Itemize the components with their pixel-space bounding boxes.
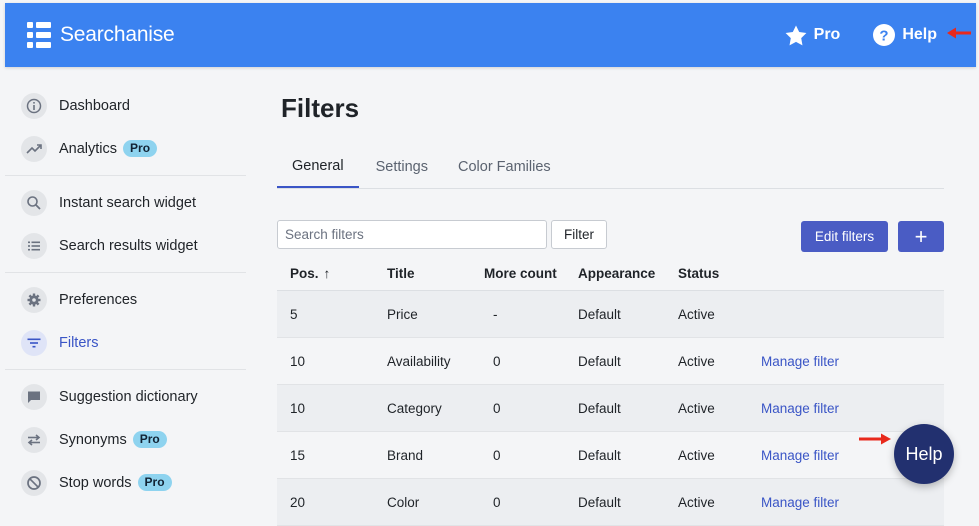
cell-status: Active: [678, 447, 715, 463]
cell-pos: 10: [290, 400, 306, 416]
add-filter-button[interactable]: +: [898, 221, 944, 252]
column-header-pos[interactable]: Pos. ↑: [277, 266, 374, 281]
cell-more-count: 0: [493, 447, 501, 463]
sidebar-item-filters[interactable]: Filters: [5, 321, 246, 364]
cell-appearance: Default: [578, 353, 621, 369]
sidebar-item-analytics[interactable]: Analytics Pro: [5, 127, 246, 170]
column-header-status: Status: [678, 266, 720, 281]
table-row: 5 Price - Default Active: [277, 291, 944, 338]
sidebar-item-label: Instant search widget: [59, 194, 197, 211]
sidebar-item-stop-words[interactable]: Stop words Pro: [5, 461, 246, 504]
column-header-more-count: More count: [484, 266, 557, 281]
manage-filter-link[interactable]: Manage filter: [761, 354, 839, 369]
divider: [5, 175, 246, 176]
search-filters-input[interactable]: [277, 220, 547, 249]
cell-appearance: Default: [578, 494, 621, 510]
svg-text:?: ?: [880, 28, 889, 45]
cell-status: Active: [678, 353, 715, 369]
cell-more-count: 0: [493, 353, 501, 369]
question-icon: ?: [873, 24, 896, 46]
sidebar-item-synonyms[interactable]: Synonyms Pro: [5, 418, 246, 461]
brand-name: Searchanise: [60, 23, 175, 46]
annotation-arrow-icon: [859, 432, 891, 450]
list-icon: [21, 232, 47, 259]
tab-settings[interactable]: Settings: [361, 146, 443, 188]
edit-filters-button[interactable]: Edit filters: [801, 221, 888, 252]
chat-icon: [21, 383, 47, 410]
cell-appearance: Default: [578, 400, 621, 416]
cell-pos: 20: [290, 494, 306, 510]
cell-appearance: Default: [578, 447, 621, 463]
search-icon: [21, 189, 47, 216]
trending-icon: [21, 135, 47, 162]
help-button[interactable]: ? Help: [873, 24, 937, 46]
block-icon: [21, 469, 47, 496]
manage-filter-link[interactable]: Manage filter: [761, 401, 839, 416]
table-row: 10 Category 0 Default Active Manage filt…: [277, 385, 944, 432]
filter-button[interactable]: Filter: [551, 220, 607, 249]
cell-title: Availability: [387, 353, 451, 369]
manage-filter-link[interactable]: Manage filter: [761, 495, 839, 510]
table-row: 15 Brand 0 Default Active Manage filter: [277, 432, 944, 479]
pro-badge: Pro: [123, 140, 158, 157]
sidebar-item-suggestion-dictionary[interactable]: Suggestion dictionary: [5, 375, 246, 418]
info-icon: [21, 92, 47, 119]
cell-more-count: 0: [493, 494, 501, 510]
tab-color-families[interactable]: Color Families: [443, 146, 566, 188]
cell-title: Brand: [387, 447, 424, 463]
cell-status: Active: [678, 306, 715, 322]
sort-arrow-icon: ↑: [323, 266, 331, 281]
help-label: Help: [902, 26, 937, 43]
filters-table: Pos. ↑ Title More count Appearance Status…: [277, 257, 944, 526]
sidebar-item-label: Dashboard: [59, 97, 130, 114]
sidebar-item-dashboard[interactable]: Dashboard: [5, 84, 246, 127]
sidebar-item-label: Filters: [59, 334, 99, 351]
page-title: Filters: [281, 93, 360, 123]
top-bar: Searchanise Pro ? Help: [5, 3, 976, 67]
sidebar-item-search-results-widget[interactable]: Search results widget: [5, 224, 246, 267]
cell-pos: 10: [290, 353, 306, 369]
sidebar-item-label: Preferences: [59, 291, 138, 308]
cell-pos: 5: [290, 306, 298, 322]
cell-pos: 15: [290, 447, 306, 463]
gear-icon: [21, 286, 47, 313]
cell-status: Active: [678, 494, 715, 510]
sidebar-item-label: Suggestion dictionary: [59, 388, 198, 405]
sidebar-item-instant-search-widget[interactable]: Instant search widget: [5, 181, 246, 224]
sidebar-item-preferences[interactable]: Preferences: [5, 278, 246, 321]
star-icon: [785, 24, 807, 46]
table-row: 10 Availability 0 Default Active Manage …: [277, 338, 944, 385]
annotation-arrow-icon: [947, 26, 971, 44]
column-header-title: Title: [387, 266, 415, 281]
tab-bar: General Settings Color Families: [277, 146, 944, 189]
cell-appearance: Default: [578, 306, 621, 322]
column-header-appearance: Appearance: [578, 266, 656, 281]
pro-label: Pro: [813, 26, 841, 43]
logo-icon: [27, 22, 51, 48]
sidebar-item-label: Search results widget: [59, 237, 198, 254]
sidebar-item-label: Synonyms: [59, 431, 127, 448]
help-chat-button[interactable]: Help: [894, 424, 954, 484]
sidebar-item-label: Analytics: [59, 140, 118, 157]
cell-more-count: 0: [493, 400, 501, 416]
cell-more-count: -: [493, 306, 498, 322]
pro-badge: Pro: [132, 431, 167, 448]
sidebar: Dashboard Analytics Pro Instant search w…: [5, 84, 246, 504]
table-header: Pos. ↑ Title More count Appearance Status: [277, 257, 944, 291]
cell-title: Category: [387, 400, 442, 416]
cell-title: Color: [387, 494, 420, 510]
pro-badge: Pro: [137, 474, 172, 491]
divider: [5, 369, 246, 370]
cell-status: Active: [678, 400, 715, 416]
pro-button[interactable]: Pro: [785, 24, 841, 46]
cell-title: Price: [387, 306, 418, 322]
logo[interactable]: Searchanise: [27, 22, 175, 48]
swap-icon: [21, 426, 47, 453]
divider: [5, 272, 246, 273]
filter-icon: [21, 329, 47, 356]
sidebar-item-label: Stop words: [59, 474, 132, 491]
table-row: 20 Color 0 Default Active Manage filter: [277, 479, 944, 526]
tab-general[interactable]: General: [277, 146, 359, 188]
manage-filter-link[interactable]: Manage filter: [761, 448, 839, 463]
